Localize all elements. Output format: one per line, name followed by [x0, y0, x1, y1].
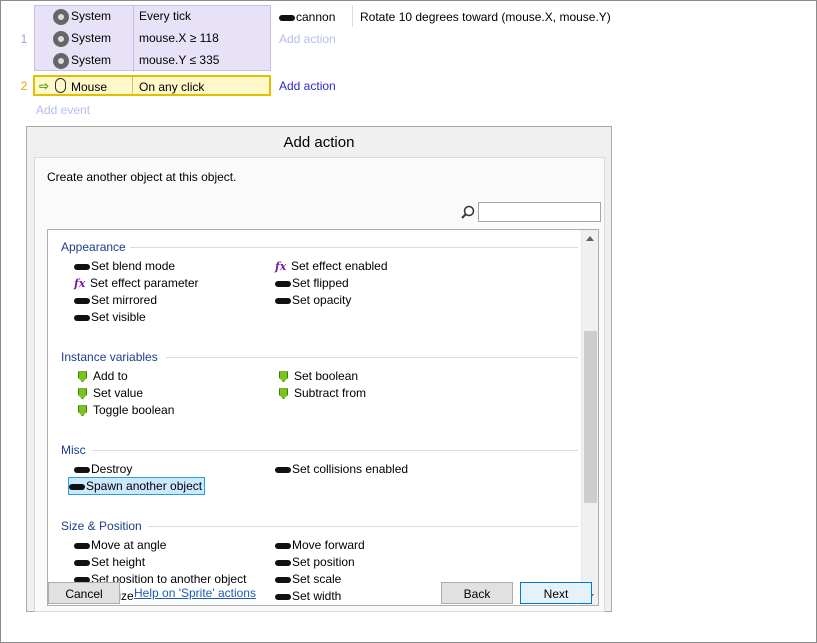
condition-row[interactable]: System mouse.Y ≤ 335	[35, 50, 270, 72]
action-set-effect-enabled[interactable]: fx Set effect enabled	[275, 258, 388, 274]
system-gear-icon	[53, 9, 69, 25]
dialog-title: Add action	[283, 134, 355, 151]
divider	[133, 50, 134, 72]
divider	[133, 6, 134, 28]
scroll-thumb[interactable]	[584, 331, 597, 503]
dialog-body: Create another object at this object. Ap…	[34, 157, 605, 612]
action-move-forward[interactable]: Move forward	[275, 537, 365, 553]
instance-variable-icon	[78, 371, 87, 383]
action-set-mirrored[interactable]: Set mirrored	[74, 292, 157, 308]
action-set-scale[interactable]: Set scale	[275, 571, 341, 587]
category-instance-variables: Instance variables	[61, 350, 158, 364]
action-set-visible[interactable]: Set visible	[74, 309, 146, 325]
action-set-opacity[interactable]: Set opacity	[275, 292, 351, 308]
condition-row[interactable]: System Every tick	[35, 6, 270, 28]
action-destroy[interactable]: Destroy	[74, 461, 132, 477]
sprite-icon	[74, 263, 90, 270]
action-set-flipped[interactable]: Set flipped	[275, 275, 349, 291]
event-number: 1	[20, 32, 28, 46]
action-move-at-angle[interactable]: Move at angle	[74, 537, 166, 553]
sprite-icon	[275, 297, 291, 304]
sprite-icon	[69, 483, 85, 490]
help-link[interactable]: Help on 'Sprite' actions	[134, 586, 256, 600]
event-2[interactable]: 2 ⇨ Mouse On any click Add action	[0, 75, 817, 96]
instance-variable-icon	[78, 388, 87, 400]
condition-text: Every tick	[139, 9, 192, 23]
arrow-right-icon: ⇨	[39, 79, 50, 93]
action-toggle-boolean[interactable]: Toggle boolean	[74, 402, 174, 418]
divider	[133, 28, 134, 50]
category-divider	[166, 357, 578, 358]
search-input[interactable]	[478, 202, 601, 222]
event-1[interactable]: 1 System Every tick System mouse.X ≥ 118…	[0, 5, 817, 72]
sprite-icon	[275, 559, 291, 566]
condition-object: Mouse	[71, 80, 108, 94]
condition-text: On any click	[139, 80, 205, 94]
action-set-blend-mode[interactable]: Set blend mode	[74, 258, 175, 274]
fx-icon: fx	[275, 260, 287, 273]
sprite-icon	[74, 466, 90, 473]
sprite-icon	[74, 559, 90, 566]
category-appearance: Appearance	[61, 240, 126, 254]
action-text: Rotate 10 degrees toward (mouse.X, mouse…	[360, 10, 611, 24]
action-set-position[interactable]: Set position	[275, 554, 355, 570]
action-set-width[interactable]: Set width	[275, 588, 341, 604]
mouse-icon	[55, 78, 66, 93]
sprite-icon	[74, 314, 90, 321]
action-row[interactable]: cannon Rotate 10 degrees toward (mouse.X…	[272, 5, 817, 27]
system-gear-icon	[53, 31, 69, 47]
vertical-scrollbar[interactable]	[581, 230, 598, 605]
sprite-icon	[275, 576, 291, 583]
sprite-icon	[74, 297, 90, 304]
event-number: 2	[20, 79, 28, 93]
category-misc: Misc	[61, 443, 86, 457]
sprite-icon	[74, 542, 90, 549]
condition-row[interactable]: System mouse.X ≥ 118	[35, 28, 270, 50]
divider	[352, 5, 353, 27]
condition-block[interactable]: System Every tick System mouse.X ≥ 118 S…	[34, 5, 271, 72]
fx-icon: fx	[74, 277, 86, 290]
action-set-effect-parameter[interactable]: fx Set effect parameter	[74, 275, 199, 291]
category-divider	[148, 526, 578, 527]
condition-text: mouse.Y ≤ 335	[139, 53, 220, 67]
category-size-position: Size & Position	[61, 519, 142, 533]
back-button[interactable]: Back	[441, 582, 513, 604]
action-subtract-from[interactable]: Subtract from	[275, 385, 366, 401]
add-event-link[interactable]: Add event	[36, 103, 90, 117]
action-description: Create another object at this object.	[47, 170, 237, 184]
next-button[interactable]: Next	[520, 582, 592, 604]
category-divider	[130, 247, 578, 248]
add-action-link[interactable]: Add action	[279, 32, 336, 46]
action-add-to[interactable]: Add to	[74, 368, 128, 384]
instance-variable-icon	[279, 371, 288, 383]
action-set-boolean[interactable]: Set boolean	[275, 368, 358, 384]
sprite-icon	[275, 466, 291, 473]
add-action-link[interactable]: Add action	[279, 79, 336, 93]
action-object: cannon	[296, 10, 336, 24]
divider	[132, 77, 133, 94]
cancel-button[interactable]: Cancel	[48, 582, 120, 604]
actions-list[interactable]: Appearance Set blend mode fx Set effect e…	[47, 229, 599, 606]
action-set-height[interactable]: Set height	[74, 554, 145, 570]
cannon-icon	[279, 10, 295, 24]
condition-block-selected[interactable]: ⇨ Mouse On any click	[33, 75, 271, 96]
action-spawn-another-object[interactable]: Spawn another object	[68, 477, 206, 495]
scroll-up-icon[interactable]	[586, 236, 594, 241]
sprite-icon	[275, 280, 291, 287]
category-divider	[92, 450, 578, 451]
condition-text: mouse.X ≥ 118	[139, 31, 219, 45]
search-icon	[461, 205, 475, 219]
instance-variable-icon	[78, 405, 87, 417]
system-gear-icon	[53, 53, 69, 69]
sprite-icon	[275, 593, 291, 600]
add-action-dialog: Add action Create another object at this…	[26, 126, 612, 612]
sprite-icon	[275, 542, 291, 549]
instance-variable-icon	[279, 388, 288, 400]
action-set-value[interactable]: Set value	[74, 385, 143, 401]
action-set-collisions-enabled[interactable]: Set collisions enabled	[275, 461, 408, 477]
